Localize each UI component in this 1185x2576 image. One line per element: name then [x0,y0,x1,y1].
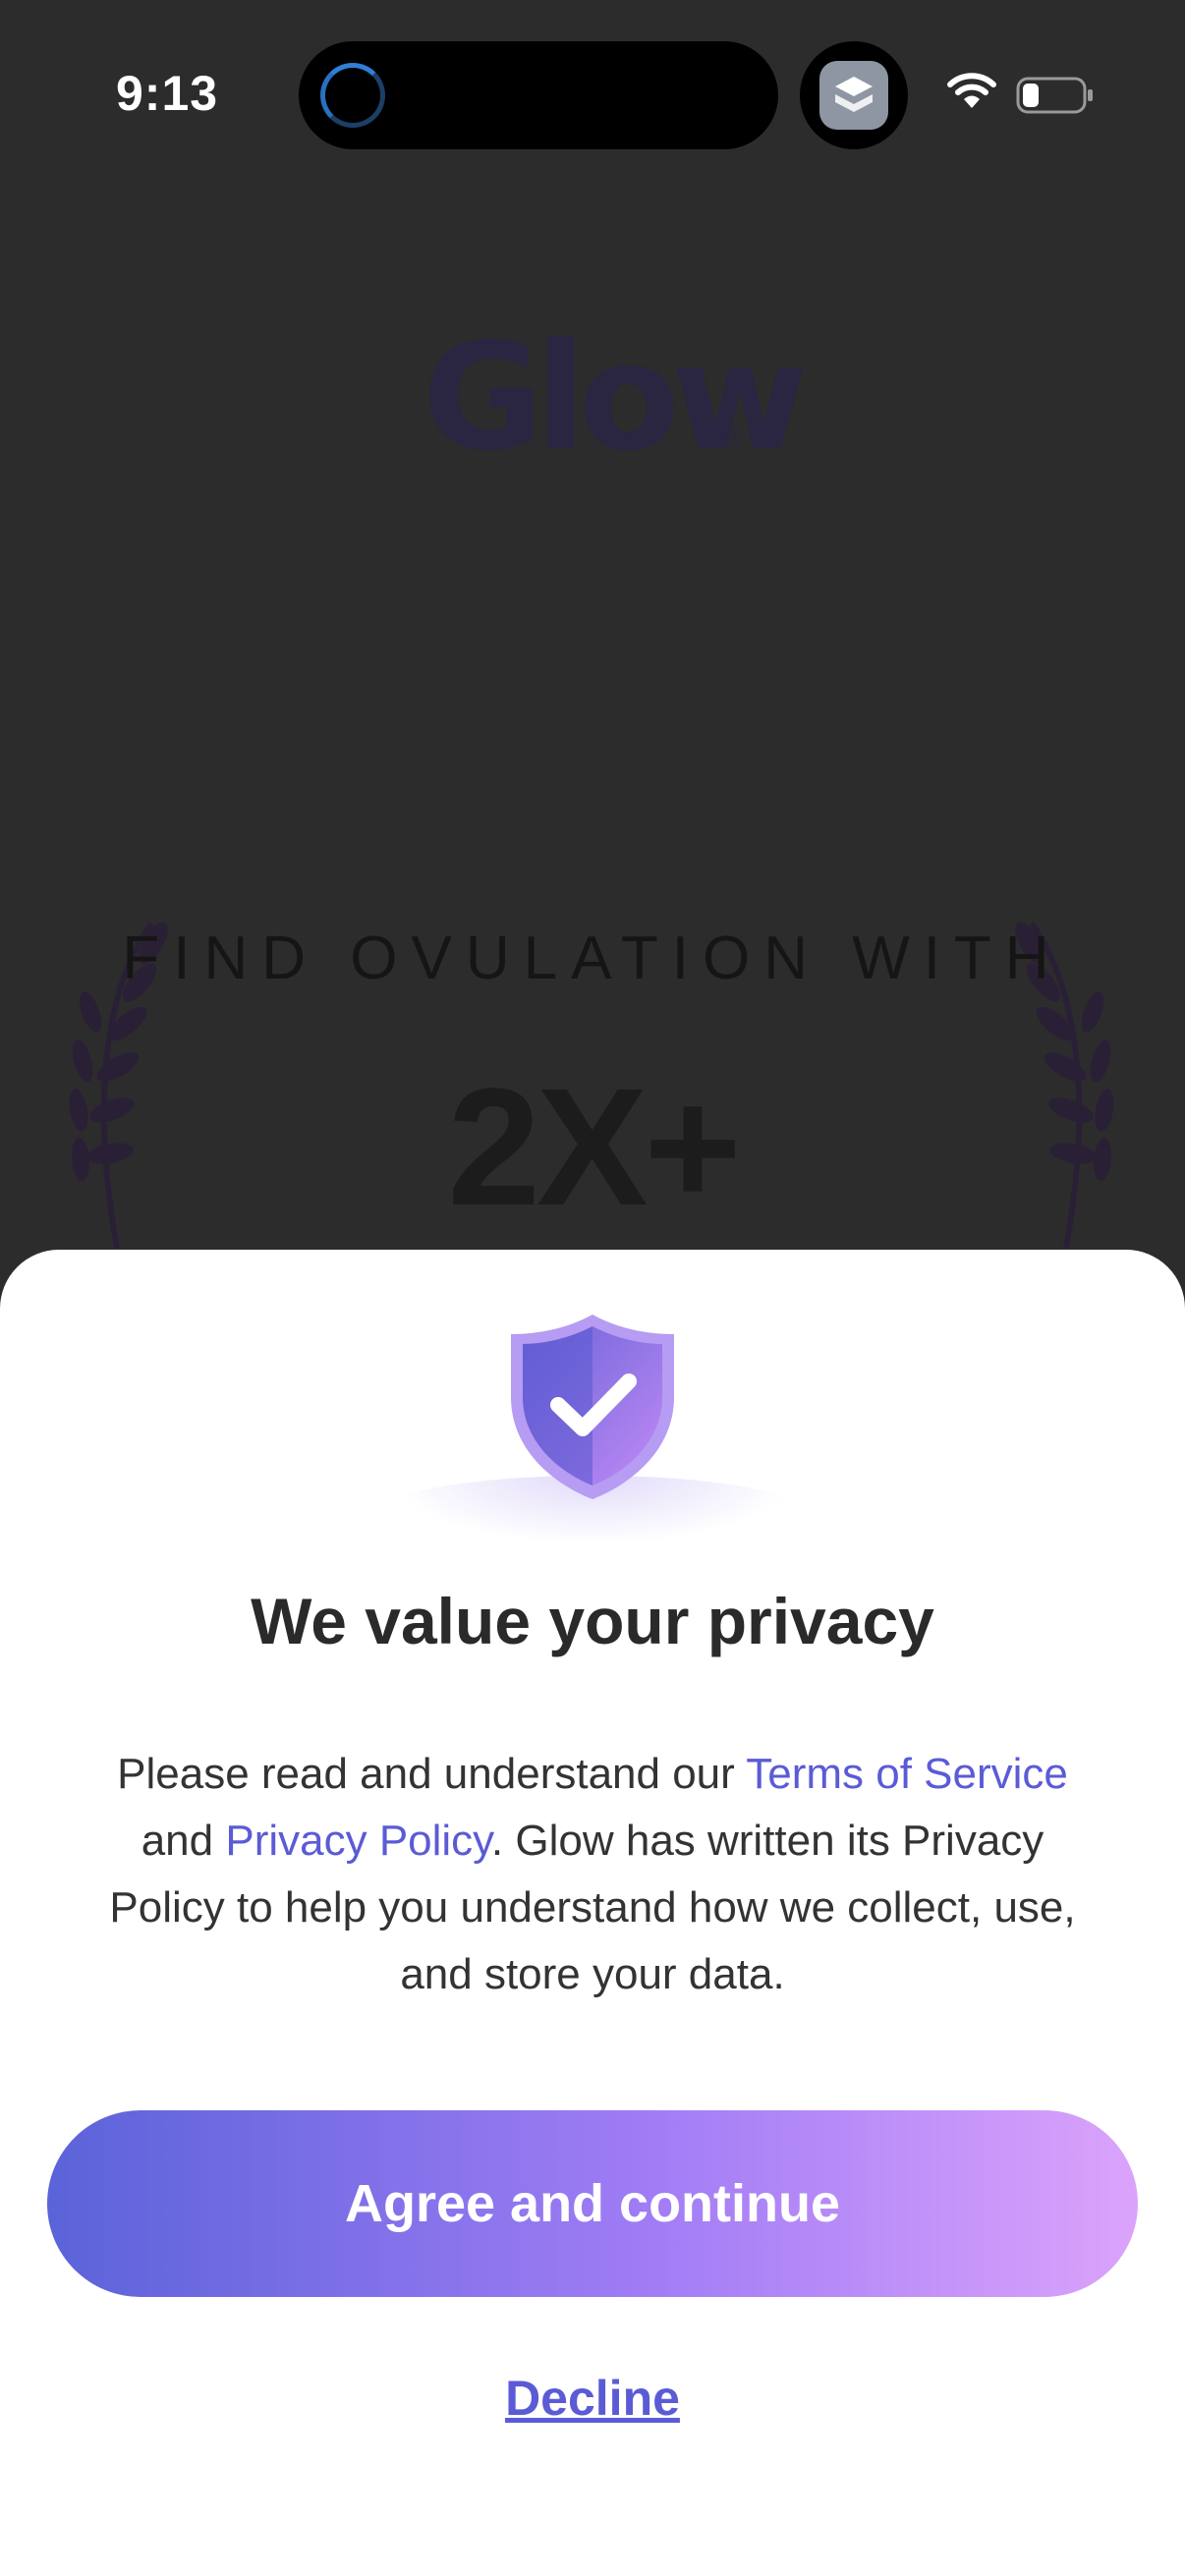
background-tagline: FIND OVULATION WITH [122,924,1063,992]
shield-check-icon [511,1315,674,1499]
screen: 9:13 Glow ® FIND OVULATION WITH 2X+ We v… [0,0,1185,2576]
app-switcher-bubble[interactable] [800,41,908,149]
wifi-icon [947,71,996,115]
spinner-icon [320,63,385,128]
body-text: and [141,1817,226,1865]
shield-illustration [386,1309,799,1544]
dynamic-island [299,41,778,149]
agree-and-continue-button[interactable]: Agree and continue [47,2110,1138,2297]
decline-link[interactable]: Decline [505,2371,680,2426]
privacy-title: We value your privacy [251,1585,934,1657]
privacy-body: Please read and understand our Terms of … [79,1741,1106,2008]
body-text: Please read and understand our [117,1750,747,1798]
battery-icon [1016,77,1095,121]
privacy-policy-link[interactable]: Privacy Policy [225,1817,491,1865]
decline-container: Decline [0,2370,1185,2427]
status-bar: 9:13 [0,0,1185,187]
privacy-sheet: We value your privacy Please read and un… [0,1250,1185,2576]
glow-logo: Glow ® [423,324,808,472]
logo-registered-mark: ® [723,422,744,453]
background-stat: 2X+ [447,1054,741,1241]
status-time: 9:13 [116,66,219,121]
terms-of-service-link[interactable]: Terms of Service [746,1750,1068,1798]
app-switcher-icon [819,61,888,130]
